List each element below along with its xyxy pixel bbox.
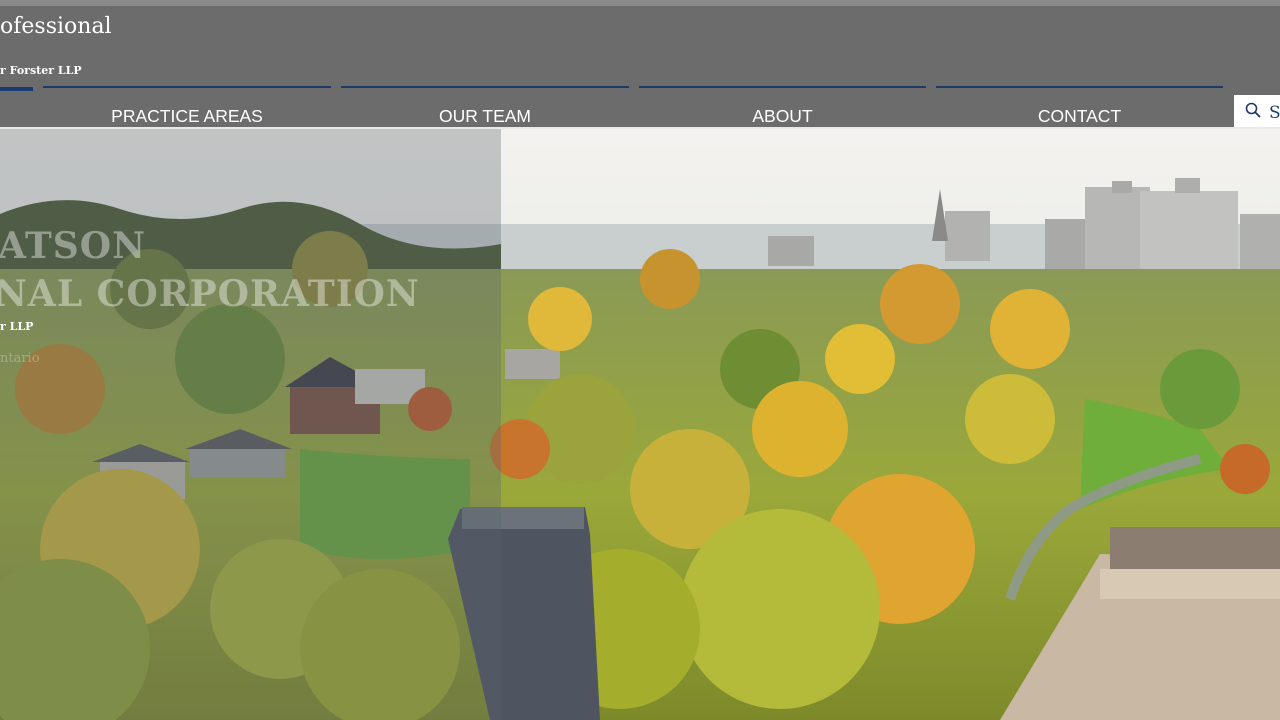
hero-banner: ATSON NAL CORPORATION r LLP ntario xyxy=(0,129,1280,720)
overlay-firm-name: r LLP xyxy=(0,320,34,333)
overlay-location: ntario xyxy=(0,351,40,366)
overlay-heading-line-2: NAL CORPORATION xyxy=(0,273,420,315)
site-title[interactable]: ofessional xyxy=(0,14,112,39)
overlay-heading-line-1: ATSON xyxy=(0,225,147,267)
nav-rule-about xyxy=(639,86,926,88)
site-subtitle: r Forster LLP xyxy=(0,64,82,77)
hero-overlay-panel: ATSON NAL CORPORATION r LLP ntario xyxy=(0,129,501,720)
nav-rule-our-team xyxy=(341,86,629,88)
site-header: ofessional r Forster LLP PRACTICE AREAS … xyxy=(0,6,1280,130)
nav-rule-contact xyxy=(936,86,1223,88)
search-icon[interactable] xyxy=(1245,102,1261,123)
nav-rule-practice-areas xyxy=(43,86,331,88)
search-input[interactable] xyxy=(1269,102,1280,123)
search-box[interactable] xyxy=(1234,95,1280,130)
nav-active-indicator xyxy=(0,87,33,91)
